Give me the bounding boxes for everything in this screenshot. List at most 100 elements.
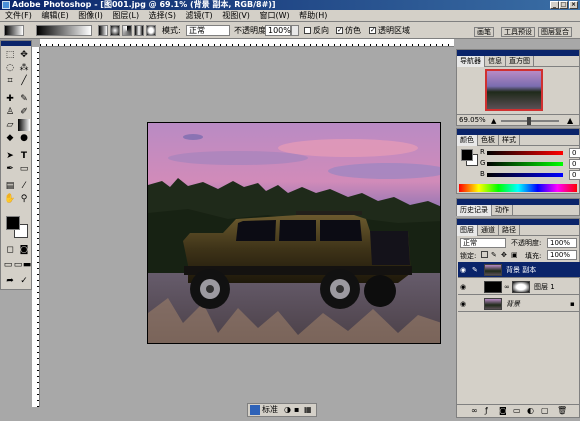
opacity-input[interactable]: 100% [265, 25, 291, 36]
menu-window[interactable]: 窗口(W) [259, 10, 289, 22]
gradient-picker[interactable] [36, 25, 92, 36]
palette-well-tab-tool-presets[interactable]: 工具预设 [501, 27, 535, 37]
navigator-zoom-value[interactable]: 69.05% [459, 116, 486, 124]
layer-row-background-copy[interactable]: ◉ ✎ 背景 副本 [458, 262, 580, 278]
imageready-jump-icon[interactable]: ➦ [4, 275, 16, 287]
linear-gradient-button[interactable] [98, 25, 108, 36]
color-spectrum-bar[interactable] [459, 184, 577, 192]
fill-input[interactable]: 100% [547, 250, 577, 260]
shape-tool-icon[interactable]: ▭ [18, 163, 30, 175]
quick-mask-mode-icon[interactable]: ◙ [18, 244, 30, 256]
layer-opacity-input[interactable]: 100% [547, 238, 577, 248]
tab-styles[interactable]: 样式 [499, 135, 520, 146]
navigator-thumbnail[interactable] [485, 69, 543, 111]
opacity-dropdown-arrow[interactable] [291, 25, 299, 36]
eraser-tool-icon[interactable]: ▱ [4, 119, 16, 131]
color-panel-foreground-swatch[interactable] [461, 149, 473, 161]
slice-tool-icon[interactable]: ╱ [18, 75, 30, 87]
foreground-color-swatch[interactable] [6, 216, 20, 230]
tab-layers[interactable]: 图层 [457, 225, 478, 236]
link-layers-icon[interactable]: ∞ [471, 406, 478, 415]
new-layer-icon[interactable]: ▢ [541, 406, 549, 415]
tab-color[interactable]: 颜色 [457, 135, 478, 146]
grid-icon[interactable]: ▦ [304, 405, 313, 415]
red-value-input[interactable]: 0 [569, 148, 580, 158]
horizontal-ruler[interactable] [40, 39, 454, 47]
red-slider[interactable]: R 0 [480, 148, 580, 158]
layer-row-layer-1[interactable]: ◉ ∞ 图层 1 [458, 279, 580, 295]
lasso-tool-icon[interactable]: ◌ [4, 62, 16, 74]
document-canvas[interactable] [147, 122, 441, 344]
palette-well-tab-layer-comps[interactable]: 图层复合 [538, 27, 572, 37]
green-value-input[interactable]: 0 [569, 159, 580, 169]
menu-select[interactable]: 选择(S) [149, 10, 176, 22]
menu-view[interactable]: 视图(V) [222, 10, 250, 22]
visibility-eye-icon[interactable]: ◉ [460, 283, 470, 291]
blend-mode-select[interactable]: 正常 [460, 238, 506, 248]
zoom-in-icon[interactable]: ▲ [567, 116, 573, 125]
lock-brush-icon[interactable]: ✎ [491, 251, 497, 259]
reverse-checkbox[interactable] [304, 27, 311, 34]
magic-wand-tool-icon[interactable]: ⁂ [18, 62, 30, 74]
lock-transparent-icon[interactable] [481, 251, 488, 258]
minimize-button[interactable]: _ [550, 1, 559, 9]
menu-image[interactable]: 图像(I) [78, 10, 103, 22]
blue-slider[interactable]: B 0 [480, 170, 580, 180]
close-button[interactable]: × [569, 1, 578, 9]
tab-swatches[interactable]: 色板 [478, 135, 499, 146]
crop-tool-icon[interactable]: ⌗ [4, 75, 16, 87]
tab-histogram[interactable]: 直方图 [506, 56, 534, 67]
zoom-tool-icon[interactable]: ⚲ [18, 193, 30, 205]
menu-help[interactable]: 帮助(H) [299, 10, 327, 22]
menu-layer[interactable]: 图层(L) [112, 10, 139, 22]
reflected-gradient-button[interactable] [134, 25, 144, 36]
dodge-tool-icon[interactable]: ● [18, 132, 30, 144]
menu-edit[interactable]: 编辑(E) [41, 10, 68, 22]
dither-checkbox[interactable]: ✓ [336, 27, 343, 34]
tab-paths[interactable]: 路径 [499, 225, 520, 236]
eyedropper-tool-icon[interactable]: ⁄ [18, 180, 30, 192]
screen-mode-icon[interactable]: ▪ [294, 405, 303, 415]
blue-value-input[interactable]: 0 [569, 170, 580, 180]
move-tool-icon[interactable]: ✥ [18, 49, 30, 61]
tab-info[interactable]: 信息 [485, 56, 506, 67]
maximize-button[interactable]: □ [559, 1, 568, 9]
notes-tool-icon[interactable]: ▤ [4, 180, 16, 192]
green-slider[interactable]: G 0 [480, 159, 580, 169]
palette-well-tab-brushes[interactable]: 画笔 [474, 27, 494, 37]
layer-row-background[interactable]: ◉ 背景 ▪ [458, 296, 580, 312]
adjustment-layer-icon[interactable]: ◐ [527, 406, 534, 415]
path-selection-tool-icon[interactable]: ➤ [4, 150, 16, 162]
pen-tool-icon[interactable]: ✒ [4, 163, 16, 175]
add-mask-icon[interactable]: ◙ [499, 406, 507, 415]
menu-filter[interactable]: 滤镜(T) [186, 10, 213, 22]
tab-navigator[interactable]: 导航器 [457, 56, 485, 67]
healing-brush-tool-icon[interactable]: ✚ [4, 93, 16, 105]
tool-preset-picker[interactable] [4, 25, 24, 36]
angle-gradient-button[interactable] [122, 25, 132, 36]
visibility-eye-icon[interactable]: ◉ [460, 266, 470, 274]
layer-style-icon[interactable]: ƒ [485, 406, 488, 415]
marquee-tool-icon[interactable]: ⬚ [4, 49, 16, 61]
vertical-ruler[interactable] [32, 47, 40, 407]
gradient-tool-icon[interactable] [18, 119, 30, 131]
blur-tool-icon[interactable]: ◆ [4, 132, 16, 144]
brush-tool-icon[interactable]: ✎ [18, 93, 30, 105]
history-brush-tool-icon[interactable]: ✐ [18, 106, 30, 118]
lock-move-icon[interactable]: ✥ [501, 251, 507, 259]
window-title-bar[interactable]: Adobe Photoshop - [图001.jpg @ 69.1% (背景 … [0, 0, 580, 10]
contrast-icon[interactable]: ◑ [284, 405, 293, 415]
delete-layer-icon[interactable]: 🗑 [557, 406, 567, 415]
visibility-eye-icon[interactable]: ◉ [460, 300, 470, 308]
hand-tool-icon[interactable]: ✋ [4, 193, 16, 205]
menu-file[interactable]: 文件(F) [5, 10, 32, 22]
screen-mode-full-icon[interactable]: ▬ [21, 259, 33, 271]
zoom-out-icon[interactable]: ▲ [491, 117, 496, 125]
standard-mode-icon[interactable]: ◻ [4, 244, 16, 256]
layer-mask-thumbnail[interactable] [512, 281, 530, 293]
type-tool-icon[interactable]: T [18, 150, 30, 162]
tab-history[interactable]: 历史记录 [457, 205, 492, 216]
transparency-checkbox[interactable]: ✓ [369, 27, 376, 34]
diamond-gradient-button[interactable] [146, 25, 156, 36]
new-group-icon[interactable]: ▭ [513, 406, 521, 415]
